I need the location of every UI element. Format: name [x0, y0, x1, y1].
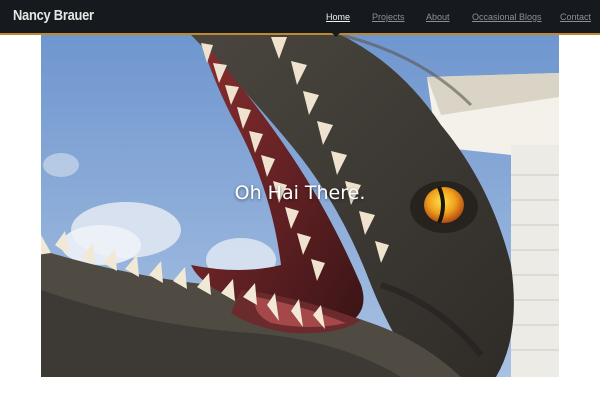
hero-image — [41, 35, 559, 377]
hero-headline: Oh Hai There. — [234, 182, 366, 204]
nav-link-contact[interactable]: Contact — [560, 12, 591, 22]
active-nav-indicator — [332, 33, 340, 37]
nav-link-projects[interactable]: Projects — [372, 12, 405, 22]
hero-banner: Oh Hai There. — [41, 35, 559, 377]
nav-link-about[interactable]: About — [426, 12, 450, 22]
nav-link-occasional-blogs[interactable]: Occasional Blogs — [472, 12, 542, 22]
nav-link-home[interactable]: Home — [326, 12, 350, 22]
site-header: Nancy Brauer Home Projects About Occasio… — [0, 0, 600, 35]
main-nav: Home Projects About Occasional Blogs Con… — [0, 12, 600, 26]
